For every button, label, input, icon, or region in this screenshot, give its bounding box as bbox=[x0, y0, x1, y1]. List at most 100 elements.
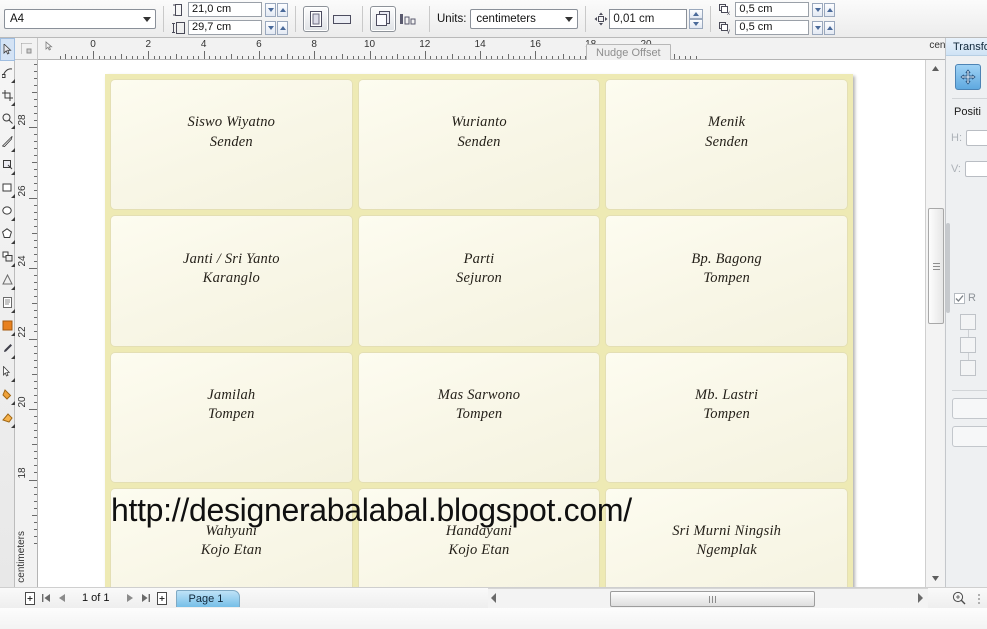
name-card[interactable]: Menik Senden bbox=[606, 80, 847, 210]
tool-polygon-tool[interactable] bbox=[0, 222, 15, 245]
spinner-down-icon[interactable] bbox=[812, 2, 824, 17]
apply-all-pages-button[interactable] bbox=[370, 5, 396, 32]
ruler-label: 28 bbox=[17, 114, 29, 126]
name-card[interactable]: Wurianto Senden bbox=[358, 80, 600, 210]
page-width-spinner[interactable] bbox=[265, 2, 288, 17]
ruler-origin-corner[interactable] bbox=[15, 38, 38, 60]
ruler-major-tick bbox=[535, 51, 537, 59]
spinner-down-icon[interactable] bbox=[265, 20, 276, 35]
tool-freehand-tool[interactable] bbox=[0, 130, 15, 153]
ruler-major-tick bbox=[369, 51, 371, 59]
spinner-up-icon[interactable] bbox=[689, 8, 704, 19]
add-page-before-button[interactable] bbox=[22, 590, 38, 607]
tool-zoom-tool[interactable] bbox=[0, 107, 15, 130]
tool-crop-tool[interactable] bbox=[0, 84, 15, 107]
name-card[interactable]: Parti Sejuron bbox=[358, 216, 600, 346]
previous-page-button[interactable] bbox=[54, 590, 70, 607]
tool-pick-tool[interactable] bbox=[0, 38, 15, 61]
name-card[interactable]: Jamilah Tompen bbox=[111, 352, 352, 482]
splitter-grip-icon[interactable] bbox=[977, 592, 981, 605]
tool-fill-tool[interactable] bbox=[0, 314, 15, 337]
spinner-down-icon[interactable] bbox=[265, 2, 276, 17]
position-h-input[interactable] bbox=[966, 130, 987, 146]
page-width-input[interactable]: 21,0 cm bbox=[188, 2, 262, 17]
scroll-up-icon[interactable] bbox=[926, 60, 945, 77]
copies-field[interactable] bbox=[952, 398, 987, 419]
ruler-minor-tick bbox=[695, 56, 697, 59]
apply-current-page-button[interactable] bbox=[396, 6, 422, 32]
page-tab-label: Page 1 bbox=[188, 592, 224, 605]
first-page-button[interactable] bbox=[38, 590, 54, 607]
landscape-button[interactable] bbox=[329, 6, 355, 32]
docker-title-bar[interactable]: Transfo bbox=[946, 38, 987, 56]
page-width-icon bbox=[171, 3, 185, 16]
ruler-minor-tick bbox=[34, 521, 37, 523]
name-card[interactable]: Mas Sarwono Tompen bbox=[358, 352, 600, 482]
scroll-right-icon[interactable] bbox=[916, 592, 924, 607]
scroll-left-icon[interactable] bbox=[490, 592, 498, 607]
name-card[interactable]: Bp. Bagong Tompen bbox=[606, 216, 847, 346]
page-height-input[interactable]: 29,7 cm bbox=[188, 20, 262, 35]
ruler-minor-tick bbox=[32, 444, 37, 446]
ruler-minor-tick bbox=[684, 56, 686, 59]
name-card[interactable]: Janti / Sri Yanto Karanglo bbox=[111, 216, 352, 346]
duplicate-y-input[interactable]: 0,5 cm bbox=[735, 20, 810, 35]
vertical-ruler[interactable]: 28 26 24 22 20 18 centimeters bbox=[15, 60, 38, 587]
anchor-cell-middle[interactable] bbox=[960, 337, 976, 353]
last-page-button[interactable] bbox=[138, 590, 154, 607]
spinner-up-icon[interactable] bbox=[277, 20, 288, 35]
relative-position-label: R bbox=[968, 292, 976, 304]
spinner-up-icon[interactable] bbox=[824, 20, 836, 35]
docker-scroll-thumb[interactable] bbox=[946, 223, 950, 313]
duplicate-y-spinner[interactable] bbox=[812, 20, 836, 35]
ruler-minor-tick bbox=[474, 56, 476, 59]
vertical-scrollbar[interactable] bbox=[925, 60, 945, 587]
tool-shape-tool[interactable] bbox=[0, 61, 15, 84]
tool-eyedropper-tool[interactable] bbox=[0, 337, 15, 360]
tool-smart-fill-tool[interactable] bbox=[0, 153, 15, 176]
tool-outline-tool[interactable] bbox=[0, 360, 15, 383]
ruler-minor-tick bbox=[507, 54, 509, 59]
scroll-down-icon[interactable] bbox=[926, 570, 945, 587]
spinner-up-icon[interactable] bbox=[824, 2, 836, 17]
ruler-major-tick bbox=[29, 268, 37, 269]
zoom-status-icon[interactable] bbox=[948, 588, 970, 608]
anchor-cell-bottom[interactable] bbox=[960, 360, 976, 376]
page-tab-page-1[interactable]: Page 1 bbox=[175, 589, 241, 607]
vertical-scroll-thumb[interactable] bbox=[928, 208, 944, 324]
horizontal-scrollbar[interactable] bbox=[488, 588, 928, 608]
tool-text-tool[interactable] bbox=[0, 291, 15, 314]
duplicate-x-spinner[interactable] bbox=[812, 2, 836, 17]
drawing-canvas[interactable]: Siswo Wiyatno Senden Wurianto Senden Menik Se… bbox=[38, 60, 925, 587]
add-page-after-button[interactable] bbox=[154, 590, 170, 607]
portrait-button[interactable] bbox=[303, 5, 329, 32]
card-place: Kojo Etan bbox=[200, 542, 262, 559]
tool-mesh-fill-tool[interactable] bbox=[0, 406, 15, 429]
page-height-spinner[interactable] bbox=[265, 20, 288, 35]
anchor-cell-top[interactable] bbox=[960, 314, 976, 330]
nudge-offset-spinner[interactable] bbox=[689, 8, 704, 29]
tool-dimension-tool[interactable] bbox=[0, 268, 15, 291]
horizontal-ruler[interactable]: centimeters 02468101214161820 bbox=[38, 38, 987, 60]
tool-interactive-fill-tool[interactable] bbox=[0, 383, 15, 406]
units-combo[interactable]: centimeters bbox=[470, 8, 579, 29]
paper-size-combo[interactable]: A4 bbox=[4, 8, 156, 29]
spinner-down-icon[interactable] bbox=[689, 18, 704, 29]
ruler-minor-tick bbox=[336, 56, 338, 59]
horizontal-scroll-thumb[interactable] bbox=[610, 591, 815, 607]
spinner-down-icon[interactable] bbox=[812, 20, 824, 35]
tool-ellipse-tool[interactable] bbox=[0, 199, 15, 222]
relative-position-checkbox[interactable]: R bbox=[954, 292, 976, 304]
nudge-offset-input[interactable]: 0,01 cm bbox=[609, 8, 688, 29]
ruler-minor-tick bbox=[247, 56, 249, 59]
spinner-up-icon[interactable] bbox=[277, 2, 288, 17]
next-page-button[interactable] bbox=[122, 590, 138, 607]
transform-position-button[interactable] bbox=[955, 64, 981, 90]
duplicate-x-input[interactable]: 0,5 cm bbox=[735, 2, 810, 17]
name-card[interactable]: Siswo Wiyatno Senden bbox=[111, 80, 352, 210]
apply-button[interactable] bbox=[952, 426, 987, 447]
tool-basic-shapes-tool[interactable] bbox=[0, 245, 15, 268]
tool-rectangle-tool[interactable] bbox=[0, 176, 15, 199]
position-v-input[interactable] bbox=[965, 161, 987, 177]
name-card[interactable]: Mb. Lastri Tompen bbox=[606, 352, 847, 482]
